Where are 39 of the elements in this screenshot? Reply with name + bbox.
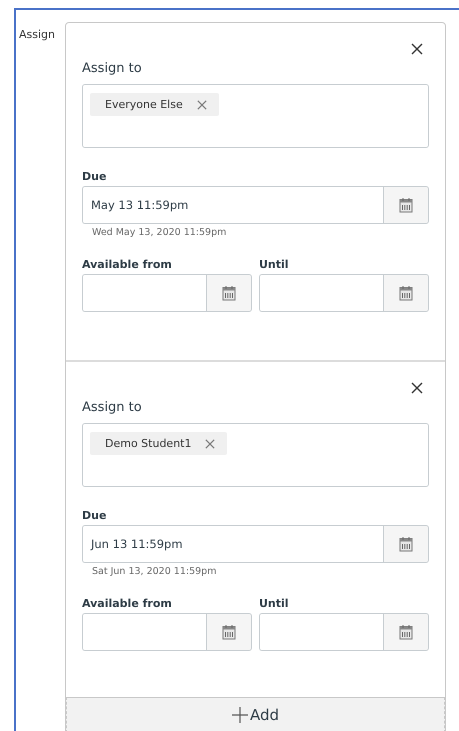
close-button[interactable] <box>409 41 425 57</box>
assign-to-label: Assign to <box>82 61 143 76</box>
calendar-icon <box>399 197 413 213</box>
plus-icon <box>232 707 248 723</box>
calendar-button[interactable] <box>206 613 252 651</box>
assignee-name: Demo Student1 <box>105 437 192 450</box>
remove-tag-button[interactable] <box>196 100 207 110</box>
due-date-hint: Wed May 13, 2020 11:59pm <box>92 227 228 238</box>
calendar-icon <box>399 536 413 552</box>
due-label: Due <box>82 509 108 522</box>
calendar-icon <box>399 285 413 301</box>
available-from-label: Available from <box>82 597 173 610</box>
remove-tag-button[interactable] <box>205 438 216 448</box>
calendar-icon <box>222 285 236 301</box>
due-date-field[interactable]: Jun 13 11:59pm <box>82 525 383 563</box>
available-from-field[interactable] <box>82 613 206 651</box>
assign-to-label: Assign to <box>82 400 143 415</box>
add-button[interactable]: Add <box>66 697 445 731</box>
close-button[interactable] <box>409 380 425 396</box>
due-date-field[interactable]: May 13 11:59pm <box>82 186 383 224</box>
calendar-button[interactable] <box>383 186 429 224</box>
calendar-button[interactable] <box>383 613 429 651</box>
assignee-name: Everyone Else <box>105 98 183 111</box>
calendar-button[interactable] <box>206 274 252 312</box>
calendar-button[interactable] <box>383 274 429 312</box>
assign-to-field[interactable]: Demo Student1 <box>82 423 429 487</box>
available-from-field[interactable] <box>82 274 206 312</box>
assign-label: Assign <box>19 28 55 41</box>
until-field[interactable] <box>259 274 383 312</box>
until-label: Until <box>259 258 290 271</box>
until-field[interactable] <box>259 613 383 651</box>
available-from-label: Available from <box>82 258 173 271</box>
due-date-hint: Sat Jun 13, 2020 11:59pm <box>92 566 218 577</box>
assign-to-field[interactable]: Everyone Else <box>82 84 429 148</box>
due-label: Due <box>82 170 108 183</box>
calendar-button[interactable] <box>383 525 429 563</box>
until-label: Until <box>259 597 290 610</box>
calendar-icon <box>222 624 236 640</box>
calendar-icon <box>399 624 413 640</box>
